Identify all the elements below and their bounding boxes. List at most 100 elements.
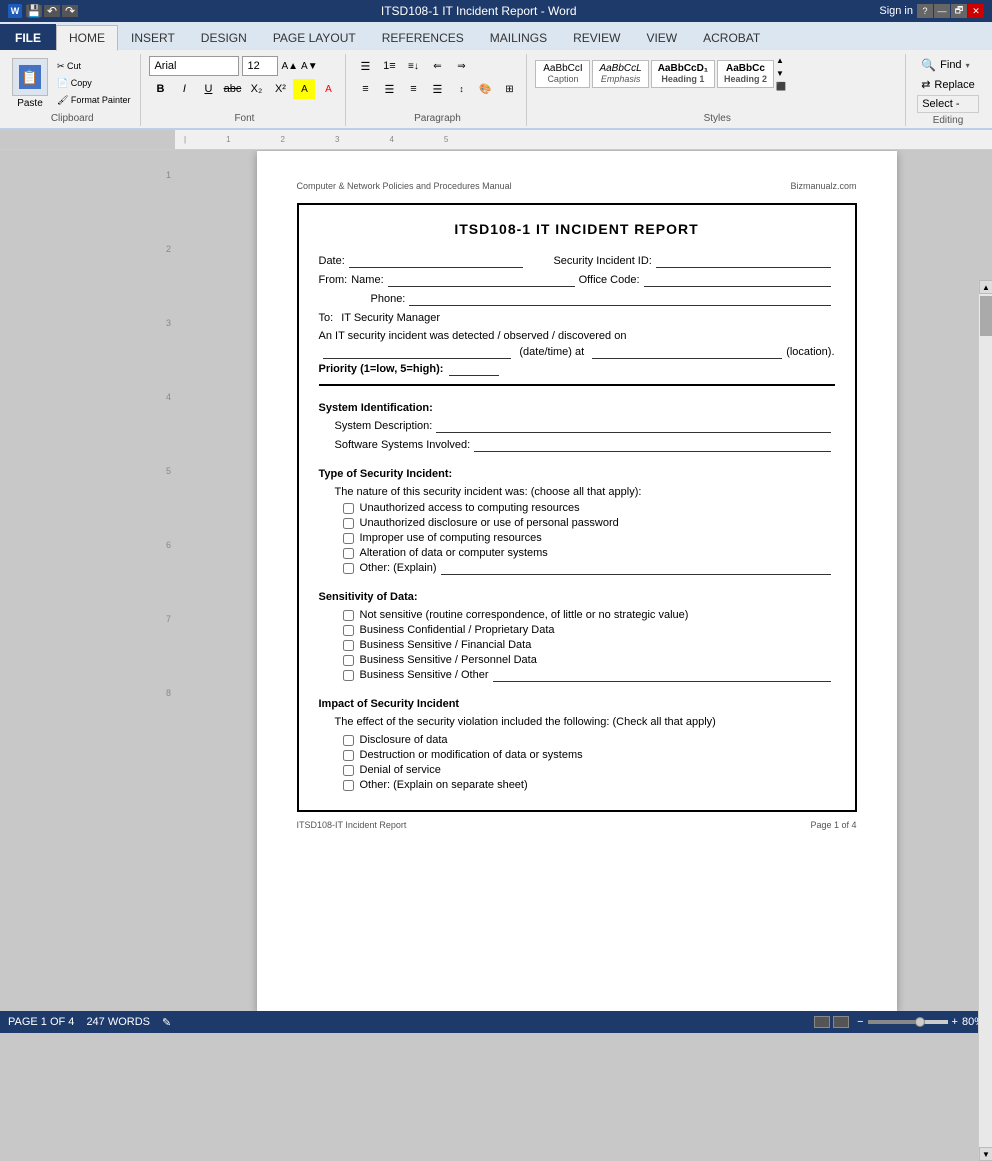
checkbox-other-type-input[interactable] [343,563,354,574]
multilevel-button[interactable]: ≡↓ [402,56,424,76]
align-center-button[interactable]: ☰ [378,79,400,99]
editing-group: 🔍 Find ▾ ⇄ Replace Select - Editing [908,54,988,126]
tab-design[interactable]: DESIGN [188,24,260,50]
style-caption[interactable]: AaBbCcICaption [535,60,590,88]
zoom-in-button[interactable]: + [952,1016,958,1028]
replace-button[interactable]: ⇄ Replace [917,76,979,93]
document-area[interactable]: Computer & Network Policies and Procedur… [175,150,978,1011]
scroll-down-button[interactable]: ▼ [979,1147,992,1161]
layout-print-btn[interactable] [814,1016,830,1028]
impact-text: The effect of the security violation inc… [335,716,835,728]
scroll-up-button[interactable]: ▲ [979,280,992,294]
page: Computer & Network Policies and Procedur… [257,151,897,1011]
zoom-slider[interactable] [868,1020,948,1024]
vertical-scrollbar[interactable]: ▲ ▼ [978,280,992,1161]
checkbox-financial-input[interactable] [343,640,354,651]
align-left-button[interactable]: ≡ [354,79,376,99]
style-emphasis[interactable]: AaBbCcLEmphasis [592,60,648,88]
checkbox-disclosure-input[interactable] [343,735,354,746]
copy-button[interactable]: 📄 Copy [53,76,134,91]
style-heading1[interactable]: AaBbCcD₁Heading 1 [651,60,715,88]
ruler-left [0,130,175,149]
checkbox-not-sensitive-input[interactable] [343,610,354,621]
increase-indent-button[interactable]: ⇒ [450,56,472,76]
styles-scroll[interactable]: ▲ ▼ ⬛ [776,56,786,91]
undo-btn[interactable]: ↶ [44,5,60,17]
italic-button[interactable]: I [173,79,195,99]
tab-mailings[interactable]: MAILINGS [477,24,560,50]
checkbox-improper-use-input[interactable] [343,533,354,544]
select-button[interactable]: Select - [917,95,979,113]
format-painter-button[interactable]: 🖌 Format Painter [53,93,134,108]
bullets-button[interactable]: ☰ [354,56,376,76]
cut-button[interactable]: ✂ Cut [53,59,134,74]
font-color-button[interactable]: A [317,79,339,99]
text-highlight-button[interactable]: A [293,79,315,99]
numbering-button[interactable]: 1≡ [378,56,400,76]
font-name-input[interactable] [149,56,239,76]
checkbox-unauthorized-access-input[interactable] [343,503,354,514]
checkbox-alteration-input[interactable] [343,548,354,559]
grow-font-button[interactable]: A▲ [281,61,298,72]
system-desc-row: System Description: [335,420,835,433]
style-heading2[interactable]: AaBbCcHeading 2 [717,60,774,88]
edit-icon[interactable]: ✎ [162,1016,171,1029]
tab-view[interactable]: VIEW [633,24,690,50]
tab-page-layout[interactable]: PAGE LAYOUT [260,24,369,50]
window-title: ITSD108-1 IT Incident Report - Word [78,4,879,18]
minimize-button[interactable]: — [934,4,950,18]
underline-button[interactable]: U [197,79,219,99]
zoom-out-button[interactable]: − [857,1016,863,1028]
redo-btn[interactable]: ↷ [62,5,78,17]
decrease-indent-button[interactable]: ⇐ [426,56,448,76]
page-footer-left: ITSD108-IT Incident Report [297,820,407,830]
checkbox-other-sensitivity-input[interactable] [343,670,354,681]
superscript-button[interactable]: X² [269,79,291,99]
font-group: A▲ A▼ B I U abc X₂ X² A A Font [143,54,346,126]
tab-references[interactable]: REFERENCES [369,24,477,50]
paragraph-group: ☰ 1≡ ≡↓ ⇐ ⇒ ≡ ☰ ≡ ☰ ↕ 🎨 ⊞ Paragraph [348,54,527,126]
nature-text: The nature of this security incident was… [335,486,835,498]
checkbox-personnel-input[interactable] [343,655,354,666]
shrink-font-button[interactable]: A▼ [301,61,318,72]
strikethrough-button[interactable]: abc [221,79,243,99]
shading-button[interactable]: 🎨 [474,79,496,99]
paste-button[interactable]: 📋 Paste [10,56,50,111]
signin-label[interactable]: Sign in [879,5,913,17]
priority-row: Priority (1=low, 5=high): [319,363,835,376]
section-impact: Impact of Security Incident [319,698,835,710]
checkbox-confidential-input[interactable] [343,625,354,636]
margin-numbers: 1 2 3 4 5 6 7 8 [166,170,171,698]
subscript-button[interactable]: X₂ [245,79,267,99]
tab-acrobat[interactable]: ACROBAT [690,24,773,50]
tab-file[interactable]: FILE [0,24,56,50]
checkbox-other-impact-input[interactable] [343,780,354,791]
checkbox-disclosure: Disclosure of data [343,734,835,746]
status-bar: PAGE 1 OF 4 247 WORDS ✎ − + 80% [0,1011,992,1033]
scroll-track[interactable] [979,294,992,1147]
checkbox-denial-input[interactable] [343,765,354,776]
align-right-button[interactable]: ≡ [402,79,424,99]
bold-button[interactable]: B [149,79,171,99]
quick-save-btn[interactable]: 💾 [26,5,42,17]
checkbox-destruction-input[interactable] [343,750,354,761]
border-button[interactable]: ⊞ [498,79,520,99]
date-row: Date: Security Incident ID: [319,255,835,268]
tab-review[interactable]: REVIEW [560,24,633,50]
justify-button[interactable]: ☰ [426,79,448,99]
font-size-input[interactable] [242,56,278,76]
close-button[interactable]: ✕ [968,4,984,18]
section-system-id: System Identification: [319,402,835,414]
tab-home[interactable]: HOME [56,25,118,51]
layout-web-btn[interactable] [833,1016,849,1028]
scroll-thumb[interactable] [980,296,992,336]
restore-button[interactable]: 🗗 [951,4,967,18]
find-button[interactable]: 🔍 Find ▾ [917,56,979,74]
zoom-thumb[interactable] [915,1017,925,1027]
tab-insert[interactable]: INSERT [118,24,188,50]
form-content: ITSD108-1 IT INCIDENT REPORT Date: Secur… [297,203,857,812]
line-spacing-button[interactable]: ↕ [450,79,472,99]
checkbox-unauthorized-disclosure-input[interactable] [343,518,354,529]
body-text2: (date/time) at (location). [319,346,835,359]
help-button[interactable]: ? [917,4,933,18]
